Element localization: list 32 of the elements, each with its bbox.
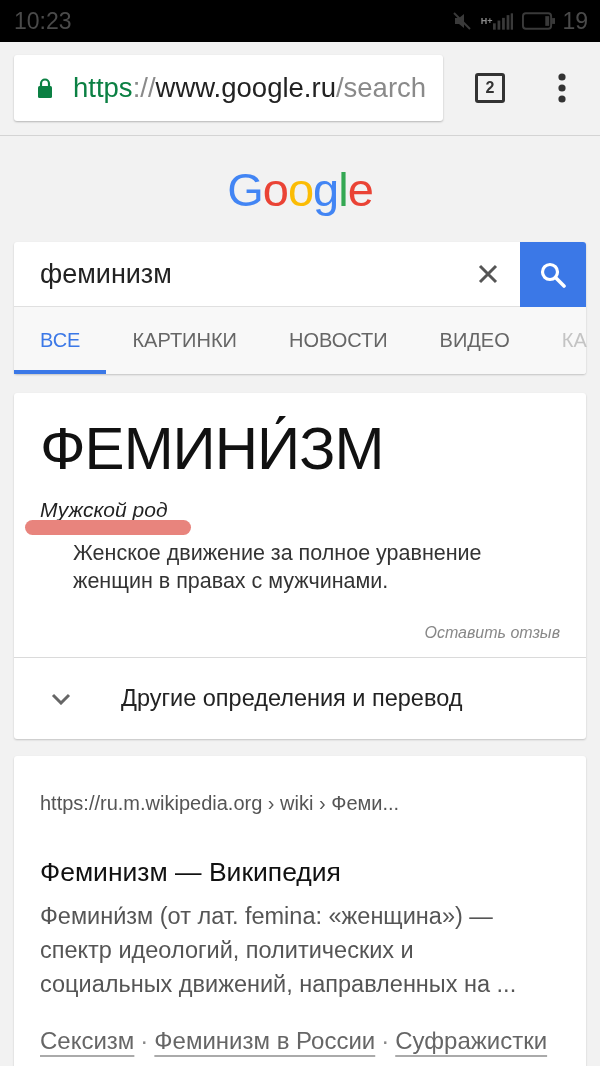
padlock-icon: [37, 78, 53, 98]
search-button[interactable]: [520, 242, 586, 307]
address-bar[interactable]: https://www.google.ru/search: [14, 55, 443, 121]
tab[interactable]: ВИДЕО: [413, 307, 536, 374]
search-icon: [540, 261, 566, 288]
url-text: https://www.google.ru/search: [73, 72, 427, 104]
result-title-link[interactable]: Феминизм — Википедия: [40, 857, 560, 887]
battery-icon: [522, 12, 556, 30]
tab-count-button[interactable]: 2: [475, 73, 505, 103]
related-link[interactable]: Сексизм: [40, 1026, 135, 1056]
result-url: https://ru.m.wikipedia.org › wiki › Феми...: [40, 792, 401, 814]
definition-word: ФЕМИНИ́ЗМ: [39, 414, 385, 484]
link-separator: ·: [140, 1026, 149, 1056]
related-link[interactable]: Феминизм в России: [154, 1026, 376, 1056]
related-link[interactable]: Суфражистки: [395, 1026, 548, 1056]
link-separator: ·: [381, 1026, 390, 1056]
battery-percent: 19: [562, 7, 588, 35]
signal-bars-icon: [493, 12, 514, 30]
muted-speaker-icon: [451, 11, 472, 31]
tab[interactable]: КАРТИНКИ: [106, 307, 263, 374]
tab[interactable]: НОВОСТИ: [262, 307, 414, 374]
search-query-text: феминизм: [40, 258, 172, 290]
close-icon: [478, 264, 498, 284]
more-definitions-button[interactable]: Другие определения и перевод: [14, 658, 586, 739]
network-type-label: H+: [480, 15, 493, 26]
menu-icon[interactable]: [558, 73, 566, 103]
definition-text: Женское движение за полное уравнение женщин в правах с мужчинами.: [73, 540, 483, 595]
clock-time: 10:23: [14, 7, 72, 35]
feedback-link[interactable]: Оставить отзыв: [424, 623, 560, 643]
tab[interactable]: ВСЕ: [14, 307, 107, 374]
grammatical-gender: Мужской род: [40, 498, 168, 521]
result-snippet: Фемини́зм (от лат. femina: «женщина») — спектр идеологий, политических и социальных движений, направленных на ...: [40, 902, 518, 999]
